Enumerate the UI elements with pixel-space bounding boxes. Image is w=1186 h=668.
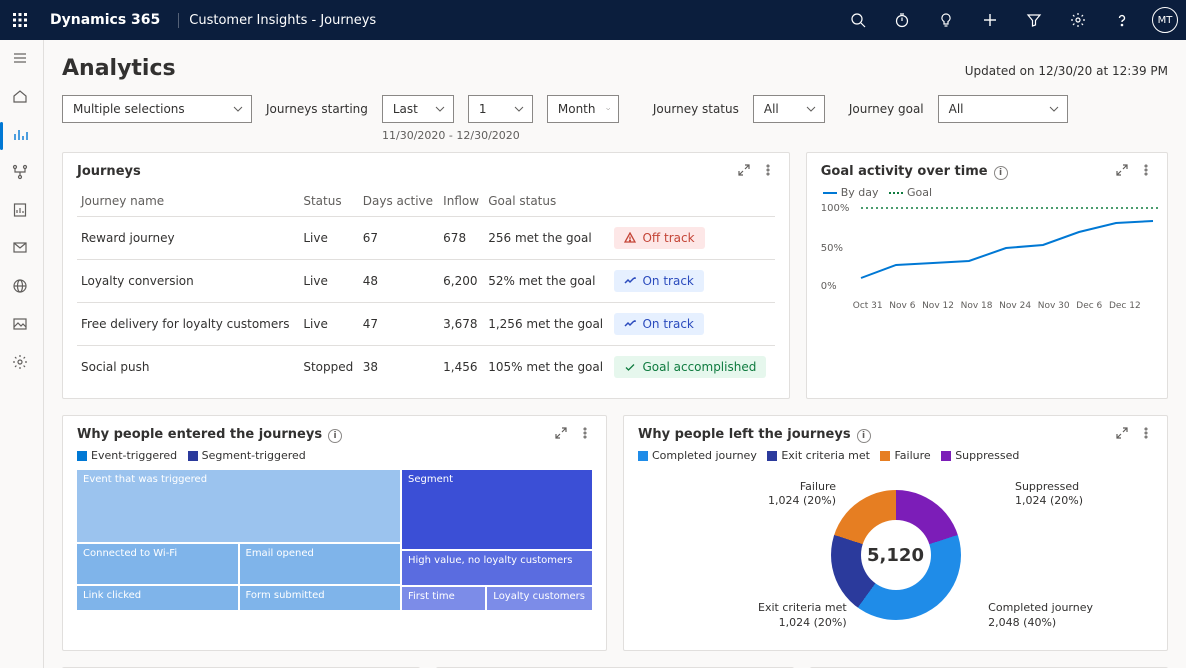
status-pill: Off track — [614, 227, 704, 249]
journeys-card: Journeys Journey name Status Days active… — [62, 152, 790, 399]
chevron-down-icon — [606, 104, 610, 114]
why-entered-treemap: Event that was triggered Connected to Wi… — [77, 470, 592, 610]
donut-legend: Completed journey Exit criteria met Fail… — [638, 449, 1153, 462]
treemap-tile[interactable]: Loyalty customers — [487, 587, 592, 610]
chevron-down-icon — [514, 104, 524, 114]
donut-center-value: 5,120 — [831, 490, 961, 620]
help-icon[interactable] — [1104, 2, 1140, 38]
why-left-donut: Failure 1,024 (20%) Exit criteria met 1,… — [638, 470, 1153, 640]
nav-email-icon[interactable] — [12, 240, 32, 260]
filter-icon[interactable] — [1016, 2, 1052, 38]
nav-journeys-icon[interactable] — [12, 164, 32, 184]
journey-status-label: Journey status — [653, 102, 739, 116]
info-icon[interactable]: i — [328, 429, 342, 443]
page-title: Analytics — [62, 56, 176, 81]
treemap-tile[interactable]: Connected to Wi-Fi — [77, 544, 238, 584]
app-name[interactable]: Customer Insights - Journeys — [178, 13, 386, 28]
table-row[interactable]: Social pushStopped381,456105% met the go… — [77, 346, 775, 389]
why-left-card: Why people left the journeysi Completed … — [623, 415, 1168, 651]
journeys-starting-label: Journeys starting — [266, 102, 368, 116]
table-row[interactable]: Reward journeyLive67678256 met the goalO… — [77, 217, 775, 260]
journeys-title: Journeys — [77, 164, 141, 179]
info-icon[interactable]: i — [994, 166, 1008, 180]
table-row[interactable]: Loyalty conversionLive486,20052% met the… — [77, 260, 775, 303]
nav-globe-icon[interactable] — [12, 278, 32, 298]
why-entered-card: Why people entered the journeysi Event-t… — [62, 415, 607, 651]
brand-name[interactable]: Dynamics 365 — [40, 12, 170, 28]
nav-hamburger-icon[interactable] — [12, 50, 32, 70]
table-row[interactable]: Free delivery for loyalty customersLive4… — [77, 303, 775, 346]
main-content: Analytics Updated on 12/30/20 at 12:39 P… — [44, 40, 1186, 668]
treemap-tile[interactable]: Segment — [402, 470, 592, 549]
nav-image-icon[interactable] — [12, 316, 32, 336]
date-range-note: 11/30/2020 - 12/30/2020 — [382, 129, 1168, 142]
treemap-tile[interactable]: Event that was triggered — [77, 470, 400, 542]
search-icon[interactable] — [840, 2, 876, 38]
nav-reports-icon[interactable] — [12, 202, 32, 222]
expand-icon[interactable] — [1115, 426, 1129, 443]
treemap-legend: Event-triggered Segment-triggered — [77, 449, 592, 462]
treemap-tile[interactable]: Email opened — [240, 544, 401, 584]
nav-analytics-icon[interactable] — [12, 126, 32, 146]
journey-goal-select[interactable]: All — [938, 95, 1068, 123]
chevron-down-icon — [233, 104, 243, 114]
chevron-down-icon — [806, 104, 816, 114]
more-icon[interactable] — [1139, 163, 1153, 180]
chevron-down-icon — [1049, 104, 1059, 114]
add-icon[interactable] — [972, 2, 1008, 38]
updated-text: Updated on 12/30/20 at 12:39 PM — [965, 64, 1168, 78]
lightbulb-icon[interactable] — [928, 2, 964, 38]
expand-icon[interactable] — [1115, 163, 1129, 180]
journey-status-select[interactable]: All — [753, 95, 825, 123]
treemap-tile[interactable]: Form submitted — [240, 586, 401, 610]
goal-legend: By day Goal — [823, 186, 1153, 199]
starting-number-select[interactable]: 1 — [468, 95, 533, 123]
multiselect-value: Multiple selections — [73, 102, 185, 116]
treemap-tile[interactable]: First time — [402, 587, 485, 610]
user-avatar[interactable]: MT — [1152, 7, 1178, 33]
journeys-multiselect[interactable]: Multiple selections — [62, 95, 252, 123]
treemap-tile[interactable]: High value, no loyalty customers — [402, 551, 592, 585]
info-icon[interactable]: i — [857, 429, 871, 443]
more-icon[interactable] — [761, 163, 775, 180]
goal-xaxis: Oct 31 Nov 6 Nov 12 Nov 18 Nov 24 Nov 30… — [821, 301, 1141, 311]
app-launcher-icon[interactable] — [8, 8, 32, 32]
nav-settings-icon[interactable] — [12, 354, 32, 374]
left-nav — [0, 40, 44, 668]
nav-home-icon[interactable] — [12, 88, 32, 108]
starting-last-select[interactable]: Last — [382, 95, 454, 123]
timer-icon[interactable] — [884, 2, 920, 38]
treemap-tile[interactable]: Link clicked — [77, 586, 238, 610]
expand-icon[interactable] — [554, 426, 568, 443]
settings-icon[interactable] — [1060, 2, 1096, 38]
global-header: Dynamics 365 Customer Insights - Journey… — [0, 0, 1186, 40]
status-pill: On track — [614, 313, 703, 335]
more-icon[interactable] — [578, 426, 592, 443]
filters-row: Multiple selections Journeys starting La… — [62, 95, 1168, 123]
starting-unit-select[interactable]: Month — [547, 95, 619, 123]
goal-line-chart: 100% 50% 0% Oct 31 Nov 6 Nov 12 Nov 18 N… — [821, 203, 1141, 333]
more-icon[interactable] — [1139, 426, 1153, 443]
status-pill: On track — [614, 270, 703, 292]
chevron-down-icon — [435, 104, 445, 114]
status-pill: Goal accomplished — [614, 356, 766, 378]
journeys-table: Journey name Status Days active Inflow G… — [77, 186, 775, 388]
goal-activity-title: Goal activity over timei — [821, 164, 1008, 180]
expand-icon[interactable] — [737, 163, 751, 180]
journey-goal-label: Journey goal — [849, 102, 924, 116]
goal-activity-card: Goal activity over timei By day Goal 100… — [806, 152, 1168, 399]
